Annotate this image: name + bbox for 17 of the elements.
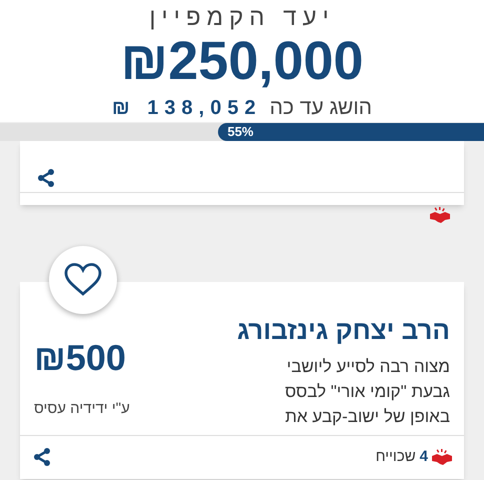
donor-name: הרב יצחק גינזבורג	[237, 314, 450, 346]
campaign-title: יעד הקמפיין	[149, 4, 335, 32]
handshake-icon	[432, 449, 452, 466]
heart-icon	[64, 263, 102, 297]
progress-label: 55%	[227, 123, 254, 141]
share-icon[interactable]	[36, 168, 56, 188]
donation-message: מצוה רבה לסייע ליושבי גבעת "קומי אורי" לבסס באופן של ישוב-קבע את	[284, 356, 450, 428]
likes-label: שכוייח	[376, 447, 416, 467]
goal-amount: ₪250,000	[120, 32, 364, 90]
raised-amount: ₪ 138,052	[112, 96, 262, 121]
heart-button[interactable]	[49, 246, 117, 314]
donation-amount: ₪500	[34, 338, 126, 378]
likes-count: 4	[420, 447, 428, 467]
raised-label: הושג עד כה	[270, 95, 372, 121]
handshake-icon	[430, 207, 450, 223]
donor-credit: ע"י ידידיה עסיס	[34, 399, 130, 420]
share-icon[interactable]	[32, 447, 52, 468]
